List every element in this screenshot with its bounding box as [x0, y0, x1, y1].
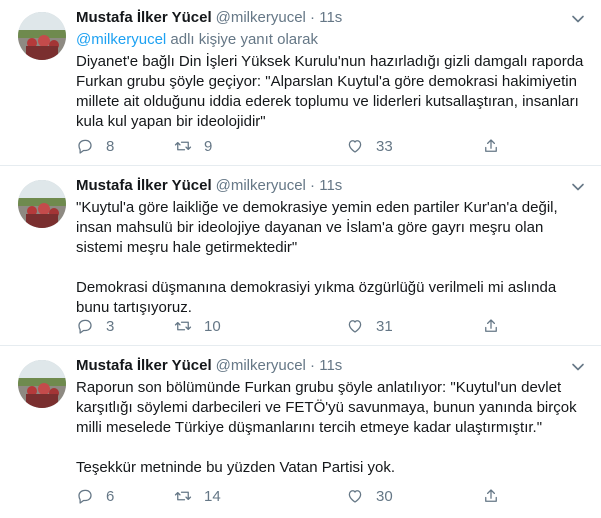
- tweet-paragraph: Diyanet'e bağlı Din İşleri Yüksek Kurulu…: [76, 53, 584, 130]
- tweet-actions: 8 9 33: [76, 136, 516, 156]
- tweet-text: Diyanet'e bağlı Din İşleri Yüksek Kurulu…: [76, 52, 586, 132]
- tweet-timestamp[interactable]: 11s: [319, 357, 342, 374]
- reply-button[interactable]: 6: [76, 486, 114, 506]
- author-name[interactable]: Mustafa İlker Yücel: [76, 177, 212, 194]
- tweet-paragraph: "Kuytul'a göre laikliğe ve demokrasiye y…: [76, 199, 558, 256]
- avatar[interactable]: [18, 360, 66, 408]
- like-icon: [348, 490, 362, 503]
- retweet-icon: [174, 141, 192, 151]
- tweet-text: "Kuytul'a göre laikliğe ve demokrasiye y…: [76, 198, 586, 318]
- tweet-paragraph: Demokrasi düşmanına demokrasiyi yıkma öz…: [76, 279, 557, 316]
- avatar[interactable]: [18, 180, 66, 228]
- author-handle[interactable]: @milkeryucel: [216, 9, 306, 26]
- tweet[interactable]: Mustafa İlker Yücel @milkeryucel · 11s @m…: [0, 0, 601, 166]
- reply-mention-link[interactable]: @milkeryucel: [76, 31, 166, 48]
- tweet-timestamp[interactable]: 11s: [319, 9, 342, 26]
- like-count: 33: [376, 137, 393, 155]
- tweet[interactable]: Mustafa İlker Yücel @milkeryucel · 11s "K…: [0, 166, 601, 346]
- author-name[interactable]: Mustafa İlker Yücel: [76, 9, 212, 26]
- tweet-text: Raporun son bölümünde Furkan grubu şöyle…: [76, 378, 586, 478]
- share-icon: [485, 489, 497, 502]
- retweet-icon: [174, 491, 192, 501]
- tweet[interactable]: Mustafa İlker Yücel @milkeryucel · 11s Ra…: [0, 346, 601, 518]
- like-button[interactable]: 33: [346, 136, 393, 156]
- author-handle[interactable]: @milkeryucel: [216, 357, 306, 374]
- share-button[interactable]: [482, 136, 500, 156]
- like-button[interactable]: 30: [346, 486, 393, 506]
- tweet-timestamp[interactable]: 11s: [319, 177, 342, 194]
- author-name[interactable]: Mustafa İlker Yücel: [76, 357, 212, 374]
- reply-count: 8: [106, 137, 115, 155]
- tweet-header: Mustafa İlker Yücel @milkeryucel · 11s: [76, 356, 342, 376]
- reply-icon: [78, 489, 92, 504]
- separator-dot: ·: [310, 357, 316, 374]
- tweet-paragraph: Raporun son bölümünde Furkan grubu şöyle…: [76, 379, 577, 436]
- separator-dot: ·: [310, 9, 316, 26]
- retweet-button[interactable]: 9: [174, 136, 212, 156]
- like-count: 31: [376, 317, 393, 335]
- reply-context-text: adlı kişiye yanıt olarak: [166, 31, 318, 48]
- reply-count: 6: [106, 487, 115, 505]
- retweet-button[interactable]: 14: [174, 486, 221, 506]
- reply-icon: [78, 319, 92, 334]
- tweet-header: Mustafa İlker Yücel @milkeryucel · 11s: [76, 176, 342, 196]
- retweet-count: 14: [204, 487, 221, 505]
- reply-context: @milkeryucel adlı kişiye yanıt olarak: [76, 30, 318, 50]
- separator-dot: ·: [310, 177, 316, 194]
- reply-button[interactable]: 3: [76, 316, 114, 336]
- share-button[interactable]: [482, 486, 500, 506]
- share-button[interactable]: [482, 316, 500, 336]
- chevron-down-icon[interactable]: [571, 12, 585, 26]
- retweet-count: 10: [204, 317, 221, 335]
- like-count: 30: [376, 487, 393, 505]
- tweet-header: Mustafa İlker Yücel @milkeryucel · 11s: [76, 8, 342, 28]
- avatar[interactable]: [18, 12, 66, 60]
- tweet-actions: 6 14 30: [76, 486, 516, 506]
- share-icon: [485, 139, 497, 152]
- reply-icon: [78, 139, 92, 154]
- tweet-paragraph: Teşekkür metninde bu yüzden Vatan Partis…: [76, 459, 396, 476]
- like-icon: [348, 320, 362, 333]
- retweet-count: 9: [204, 137, 213, 155]
- tweet-actions: 3 10 31: [76, 316, 516, 336]
- chevron-down-icon[interactable]: [571, 360, 585, 374]
- reply-count: 3: [106, 317, 115, 335]
- retweet-icon: [174, 321, 192, 331]
- like-button[interactable]: 31: [346, 316, 393, 336]
- author-handle[interactable]: @milkeryucel: [216, 177, 306, 194]
- chevron-down-icon[interactable]: [571, 180, 585, 194]
- retweet-button[interactable]: 10: [174, 316, 221, 336]
- reply-button[interactable]: 8: [76, 136, 114, 156]
- like-icon: [348, 140, 362, 153]
- share-icon: [485, 319, 497, 332]
